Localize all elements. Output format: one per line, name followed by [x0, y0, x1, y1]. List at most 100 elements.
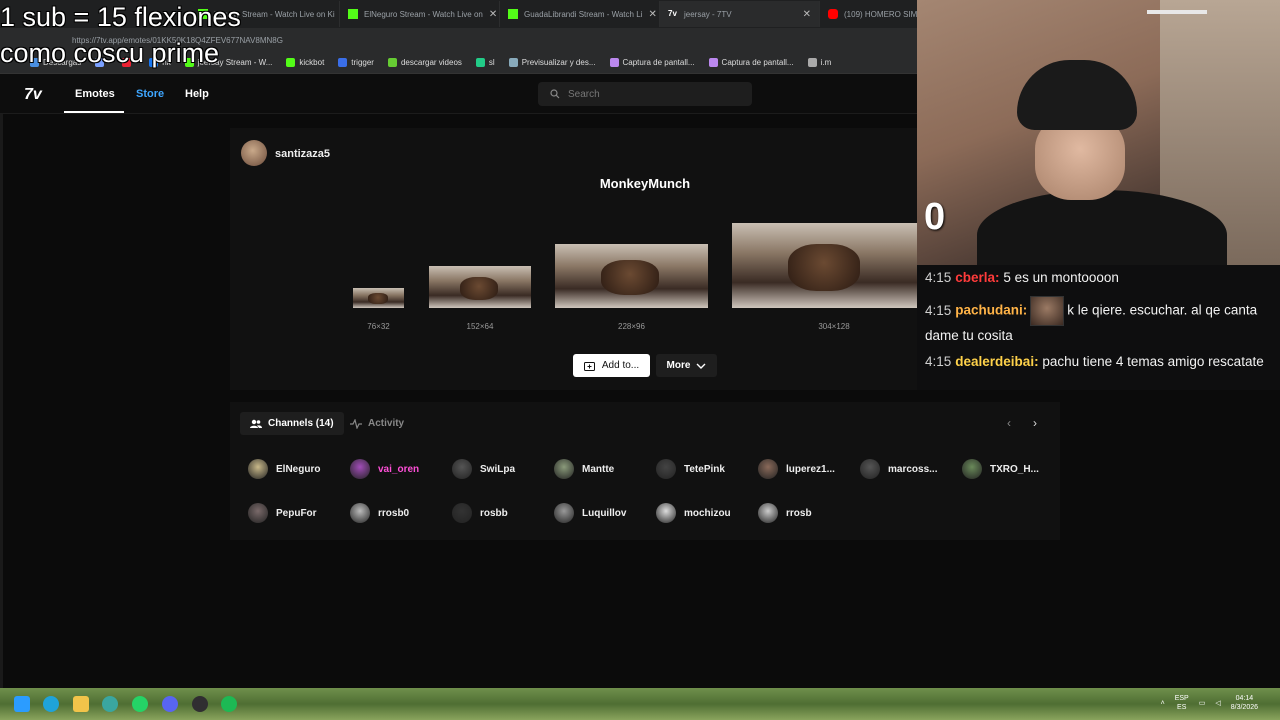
channel-name: Luquillov [582, 507, 627, 519]
chevron-up-icon[interactable]: ˄ [1161, 700, 1165, 707]
avatar [248, 503, 268, 523]
emote-preview-1x[interactable] [353, 288, 404, 308]
spotify-icon[interactable] [221, 696, 237, 712]
whatsapp-icon[interactable] [132, 696, 148, 712]
windows-start-icon[interactable] [14, 696, 30, 712]
owner-name[interactable]: santizaza5 [275, 148, 330, 160]
channel-item[interactable]: Mantte [554, 459, 614, 479]
bookmark-icon [807, 58, 817, 67]
channel-name: Mantte [582, 463, 615, 475]
channel-item[interactable]: mochizou [656, 503, 731, 523]
7tv-icon: 7v [668, 9, 677, 18]
lang-line: ES [1177, 704, 1187, 711]
bookmark-icon [286, 58, 296, 67]
browser-tab[interactable]: (109) HOMERO SIM [820, 1, 920, 27]
system-tray: ˄ ESP ES ▭ ◁ 04:14 8/3/2026 [1161, 694, 1258, 712]
channel-item[interactable]: TXRO_H... [962, 459, 1039, 479]
bookmark-item[interactable]: trigger [338, 58, 374, 67]
screen: jeersay Stream - Watch Live on Ki ✕ ElNe… [0, 0, 1280, 720]
avatar [554, 459, 574, 479]
channel-name: mochizou [684, 507, 731, 519]
kick-icon [508, 9, 518, 19]
chevron-left-icon[interactable]: ‹ [1007, 416, 1011, 430]
emote-preview-2x[interactable] [429, 266, 531, 308]
bookmark-label: descargar videos [400, 58, 462, 67]
chevron-right-icon[interactable]: › [1033, 416, 1037, 430]
bookmark-label: Previsualizar y des... [521, 58, 596, 67]
channel-item[interactable]: Luquillov [554, 503, 626, 523]
avatar [656, 459, 676, 479]
emote-preview-4x[interactable] [732, 223, 920, 308]
channel-item[interactable]: rrosb0 [350, 503, 409, 523]
avatar [860, 459, 880, 479]
channel-name: rosbb [480, 507, 508, 519]
size-label: 152×64 [466, 322, 494, 331]
avatar [350, 459, 370, 479]
chat-message: 4:15 cberla: 5 es un montoooon [925, 268, 1265, 287]
channel-item[interactable]: marcoss... [860, 459, 937, 479]
owner-avatar[interactable] [241, 140, 267, 166]
bookmark-label: sl [488, 58, 495, 67]
nav-emotes[interactable]: Emotes [75, 88, 115, 100]
add-to-button[interactable]: Add to... [573, 354, 650, 377]
tab-channels[interactable]: Channels (14) [240, 412, 344, 435]
volume-icon[interactable]: ◁ [1215, 699, 1220, 707]
channel-item[interactable]: luperez1... [758, 459, 835, 479]
close-icon[interactable]: ✕ [489, 9, 497, 20]
language-indicator[interactable]: ESP ES [1175, 694, 1189, 712]
tab-channels-label: Channels (14) [268, 418, 334, 429]
search-input[interactable]: Search [538, 82, 752, 106]
webcam-light [1147, 10, 1207, 14]
channel-item[interactable]: SwiLpa [452, 459, 515, 479]
bookmark-item[interactable]: Captura de pantall... [708, 58, 794, 67]
close-icon[interactable]: ✕ [803, 9, 811, 20]
bookmark-label: Captura de pantall... [721, 58, 794, 67]
channel-name: vai_oren [378, 463, 420, 475]
channel-item[interactable]: vai_oren [350, 459, 419, 479]
bookmark-item[interactable]: Captura de pantall... [609, 58, 695, 67]
avatar [962, 459, 982, 479]
chat-overlay: 4:15 cberla: 5 es un montoooon 4:15 pachud… [917, 265, 1280, 390]
add-to-label: Add to... [601, 360, 640, 371]
browser-tab[interactable]: GuadaLibrandi Stream - Watch Li ✕ [500, 1, 660, 27]
nav-help[interactable]: Help [185, 88, 209, 100]
bookmark-item[interactable]: kickbot [286, 58, 324, 67]
kick-icon [348, 9, 358, 19]
folder-icon[interactable] [73, 696, 89, 712]
clock[interactable]: 04:14 8/3/2026 [1231, 694, 1258, 712]
bookmark-label: kickbot [299, 58, 325, 67]
bookmark-icon [708, 58, 718, 67]
folder-plus-icon [583, 361, 595, 371]
channel-item[interactable]: rrosb [758, 503, 812, 523]
chrome-icon[interactable] [102, 696, 118, 712]
channel-item[interactable]: rosbb [452, 503, 508, 523]
bookmark-icon [609, 58, 619, 67]
bookmark-item[interactable]: descargar videos [387, 58, 462, 67]
nav-store[interactable]: Store [136, 88, 164, 100]
channel-item[interactable]: TetePink [656, 459, 725, 479]
more-button[interactable]: More [656, 354, 717, 377]
bookmark-item[interactable]: sl [475, 58, 495, 67]
channel-name: TetePink [684, 463, 725, 475]
obs-icon[interactable] [192, 696, 208, 712]
edge-icon[interactable] [43, 696, 59, 712]
emote-preview-3x[interactable] [555, 244, 708, 308]
discord-icon[interactable] [162, 696, 178, 712]
chat-timestamp: 4:15 [925, 354, 952, 369]
channel-item[interactable]: ElNeguro [248, 459, 320, 479]
7tv-logo[interactable]: 7v [24, 86, 42, 104]
webcam-person-bandana [1017, 60, 1137, 130]
bookmark-item[interactable]: Previsualizar y des... [508, 58, 596, 67]
avatar [248, 459, 268, 479]
network-icon[interactable]: ▭ [1199, 699, 1206, 707]
users-icon [250, 419, 262, 428]
left-border [0, 114, 3, 688]
browser-tab-active[interactable]: 7v jeersay - 7TV ✕ [660, 1, 820, 27]
bookmark-item[interactable]: i.m [807, 58, 831, 67]
channel-item[interactable]: PepuFor [248, 503, 317, 523]
tab-activity[interactable]: Activity [350, 412, 404, 435]
overlay-text-1: 1 sub = 15 flexiones [0, 2, 241, 32]
close-icon[interactable]: ✕ [648, 9, 656, 20]
chat-timestamp: 4:15 [925, 302, 952, 318]
browser-tab[interactable]: ElNeguro Stream - Watch Live on ✕ [340, 1, 500, 27]
